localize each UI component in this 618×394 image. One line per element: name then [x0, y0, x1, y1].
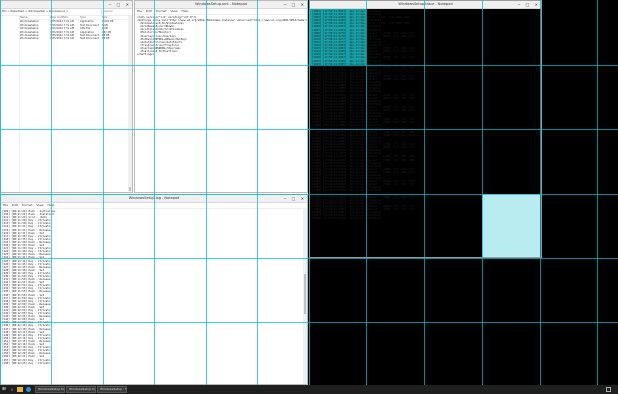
xml-line: </Settings> — [137, 53, 155, 57]
explorer-titlebar[interactable]: ─ □ ✕ — [1, 1, 132, 9]
file-name: WindowsSetup — [20, 37, 39, 41]
window-controls[interactable]: ─ □ ✕ — [109, 1, 131, 8]
grid-line-vertical — [309, 0, 310, 385]
explorer-scrollbar[interactable] — [128, 15, 132, 192]
menu-help[interactable]: Help — [182, 9, 189, 13]
grid-line-vertical — [482, 0, 483, 385]
xml-notepad-titlebar[interactable]: WindowsSetup.xml - Notepad ─ □ ✕ — [135, 1, 307, 9]
file-list-item[interactable]: WindowsSetup 7/25/2022 7:31 AM Text Docume… — [20, 37, 132, 40]
window-controls[interactable]: ─ □ ✕ — [284, 1, 306, 8]
grid-line-vertical — [540, 0, 541, 385]
xml-text-area[interactable]: <?xml version="1.0" encoding="utf-8"?> <S… — [135, 15, 307, 57]
column-header-size[interactable]: Size — [102, 16, 116, 19]
trace-text-area[interactable]: [1001] [17:50:11.0221] dpc-hi:dpc Starti… — [310, 9, 541, 221]
taskbar-item-log[interactable]: WindowsSetup.log - ... — [66, 386, 96, 393]
trace-notepad-title: WindowsSetup.trace - Notepad — [398, 2, 453, 6]
grid-line-horizontal — [0, 258, 618, 259]
menu-edit[interactable]: Edit — [146, 9, 152, 13]
menu-format[interactable]: Format — [22, 203, 33, 207]
grid-line-vertical — [51, 0, 52, 385]
start-button[interactable]: ⊞ — [1, 386, 7, 393]
grid-line-vertical — [206, 0, 207, 385]
file-date: 7/25/2022 7:31 AM — [50, 37, 74, 41]
menu-view[interactable]: View — [170, 9, 177, 13]
menu-format[interactable]: Format — [156, 9, 167, 13]
xml-notepad-title: WindowsSetup.xml - Notepad — [195, 2, 247, 6]
file-size: 18 KB — [102, 37, 110, 41]
menu-file[interactable]: File — [3, 203, 8, 207]
grid-line-vertical — [366, 0, 367, 385]
grid-line-horizontal — [0, 322, 618, 323]
column-header-date[interactable]: Date modified — [50, 16, 80, 19]
grid-line-horizontal — [0, 65, 618, 66]
browser-icon[interactable] — [26, 387, 31, 392]
window-controls[interactable]: ─ □ ✕ — [518, 1, 540, 8]
menu-edit[interactable]: Edit — [12, 203, 18, 207]
file-list[interactable]: WindowsSetup 7/25/2022 7:31 AM Application… — [20, 20, 132, 40]
taskbar-item-xml[interactable]: WindowsSetup - Notepad — [97, 386, 127, 393]
grid-line-vertical — [0, 0, 1, 385]
folder-icon[interactable] — [17, 387, 23, 392]
grid-line-vertical — [597, 0, 598, 385]
grid-line-vertical — [424, 0, 425, 385]
taskbar: ⊞ ⌕ WindowsSetup.txt - N... WindowsSetup… — [0, 385, 618, 394]
column-header-name[interactable]: Name — [20, 16, 50, 19]
grid-line-vertical — [154, 0, 155, 385]
file-explorer-window[interactable]: ─ □ ✕ Bi:s > PaperHelix > WindowsHub > W… — [0, 0, 133, 193]
log-scroll-thumb[interactable] — [304, 274, 306, 314]
file-type: Text Document — [80, 37, 99, 41]
log-scrollbar[interactable] — [303, 208, 307, 384]
xml-notepad-window[interactable]: WindowsSetup.xml - Notepad ─ □ ✕ File Edi… — [134, 0, 308, 193]
grid-line-horizontal — [0, 129, 618, 130]
navigation-pane[interactable] — [1, 16, 20, 192]
menu-view[interactable]: View — [36, 203, 43, 207]
notification-icon[interactable] — [606, 387, 611, 392]
grid-line-vertical — [257, 0, 258, 385]
explorer-scroll-thumb[interactable] — [129, 187, 131, 191]
column-header-type[interactable]: Type — [80, 16, 102, 19]
grid-line-vertical — [103, 0, 104, 385]
window-controls[interactable]: ─ □ ✕ — [284, 195, 306, 202]
search-icon[interactable]: ⌕ — [9, 386, 15, 393]
menu-file[interactable]: File — [137, 9, 142, 13]
taskbar-item-trace[interactable]: WindowsSetup.txt - N... — [35, 386, 65, 393]
grid-line-horizontal — [0, 194, 618, 195]
trace-line: [1068] [17:50:11.0492] dpc-hi:dpc Stoppi… — [312, 217, 381, 221]
trace-notepad-titlebar[interactable]: WindowsSetup.trace - Notepad ─ □ ✕ — [310, 1, 541, 9]
